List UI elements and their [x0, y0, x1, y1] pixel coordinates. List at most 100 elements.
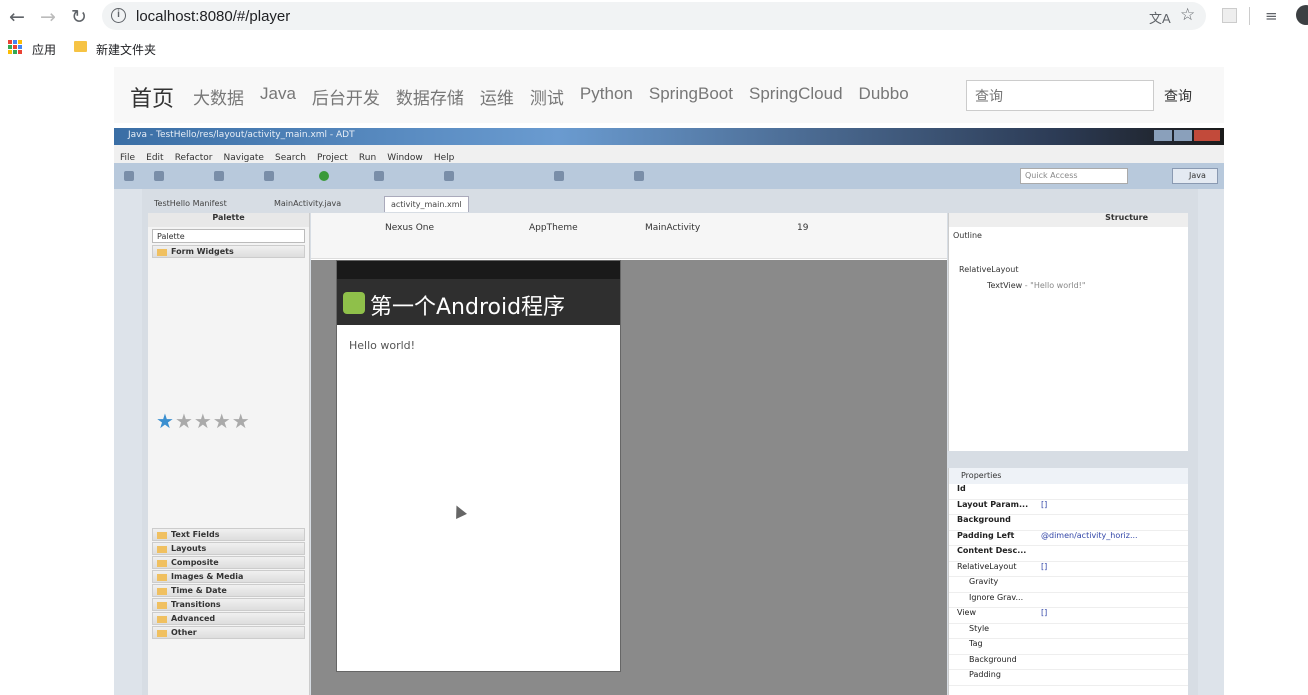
forward-icon[interactable]: →	[37, 6, 59, 28]
nav-link-java[interactable]: Java	[260, 84, 296, 109]
editor-background: 第一个Android程序 Hello world!	[311, 260, 947, 695]
nav-link-storage[interactable]: 数据存储	[396, 84, 464, 109]
nav-link-ops[interactable]: 运维	[480, 84, 514, 109]
new-icon	[124, 171, 134, 181]
address-bar[interactable]: i localhost:8080/#/player 文A ☆	[102, 2, 1206, 30]
run-icon	[319, 171, 329, 181]
outline-child-label: TextView	[987, 281, 1023, 290]
home-link[interactable]: 首页	[130, 81, 174, 113]
video-player[interactable]: Java - TestHello/res/layout/activity_mai…	[114, 128, 1224, 695]
property-key: Gravity	[969, 577, 999, 586]
property-value	[1037, 593, 1188, 608]
apps-link[interactable]: 应用	[32, 41, 56, 58]
android-status-bar	[337, 261, 620, 279]
extension-icon[interactable]	[1222, 8, 1237, 23]
nav-link-bigdata[interactable]: 大数据	[193, 84, 244, 109]
translate-icon[interactable]: 文A	[1149, 8, 1171, 27]
property-value: []	[1041, 561, 1048, 571]
property-row: RelativeLayout []	[949, 561, 1188, 577]
property-value	[1037, 639, 1188, 654]
close-icon	[1194, 130, 1220, 141]
property-key: Content Desc...	[957, 546, 1027, 555]
android-action-bar: 第一个Android程序	[337, 279, 620, 325]
property-value	[1037, 546, 1188, 561]
property-row: Layout Param... []	[949, 500, 1188, 515]
window-controls	[1154, 130, 1220, 141]
navigate-icon	[554, 171, 564, 181]
address-url[interactable]: localhost:8080/#/player	[136, 8, 290, 25]
menu-file: File	[120, 153, 136, 163]
menu-project: Project	[317, 153, 348, 163]
mouse-cursor-icon	[451, 503, 467, 519]
palette-group-text-fields: Text Fields	[152, 528, 305, 541]
nav-link-dubbo[interactable]: Dubbo	[859, 84, 909, 109]
property-key: RelativeLayout	[957, 561, 1017, 571]
property-key: Style	[969, 623, 990, 633]
property-row: Padding	[949, 670, 1188, 686]
palette-select: Palette	[152, 229, 305, 243]
palette-group-other: Other	[152, 626, 305, 639]
theme-selector: AppTheme	[529, 223, 578, 233]
property-key: Padding Left	[957, 530, 1015, 540]
property-value	[1037, 655, 1188, 670]
property-key: Background	[957, 515, 1011, 524]
tab-mainactivity: MainActivity.java	[274, 199, 342, 208]
nav-link-testing[interactable]: 测试	[530, 84, 564, 109]
property-value	[1037, 577, 1188, 592]
search-tool-icon	[444, 171, 454, 181]
device-preview: 第一个Android程序 Hello world!	[336, 260, 621, 672]
menu-edit: Edit	[146, 153, 164, 163]
search-button[interactable]: 查询	[1164, 86, 1192, 106]
property-key: Background	[969, 654, 1017, 664]
profile-avatar[interactable]	[1296, 5, 1308, 25]
back-icon[interactable]: ←	[6, 6, 28, 28]
reading-list-icon[interactable]: ≡	[1265, 7, 1278, 25]
property-row: Background	[949, 654, 1188, 670]
properties-panel: Properties Id Layout Param... [] Backgrou…	[948, 468, 1188, 695]
menu-navigate: Navigate	[223, 153, 264, 163]
nav-link-springboot[interactable]: SpringBoot	[649, 84, 733, 109]
nav-link-python[interactable]: Python	[580, 84, 633, 109]
property-key: Id	[957, 484, 966, 493]
outline-tab: Outline	[953, 231, 982, 240]
property-value: @dimen/activity_horiz...	[1041, 530, 1138, 540]
property-key: View	[957, 608, 976, 617]
menu-refactor: Refactor	[174, 153, 213, 163]
info-icon[interactable]: i	[111, 8, 126, 23]
search-input[interactable]	[966, 80, 1154, 111]
property-row: Tag	[949, 639, 1188, 655]
browser-toolbar: ← → ↻ i localhost:8080/#/player 文A ☆ ≡	[0, 0, 1308, 34]
structure-header: Structure	[949, 213, 1188, 227]
palette-group-form-widgets: Form Widgets	[152, 245, 305, 258]
property-row: View []	[949, 608, 1188, 624]
hello-world-text: Hello world!	[349, 339, 416, 352]
nav-link-springcloud[interactable]: SpringCloud	[749, 84, 843, 109]
eclipse-menubar: File Edit Refactor Navigate Search Proje…	[114, 145, 1224, 163]
bookmark-star-icon[interactable]: ☆	[1180, 5, 1195, 25]
java-perspective-button: Java	[1172, 168, 1218, 184]
property-key: Ignore Grav...	[969, 592, 1024, 602]
property-row: Content Desc...	[949, 546, 1188, 562]
palette-group-composite: Composite	[152, 556, 305, 569]
property-row: Ignore Grav...	[949, 592, 1188, 608]
apps-grid-icon[interactable]	[8, 40, 22, 54]
property-row: Background	[949, 515, 1188, 531]
menu-window: Window	[387, 153, 423, 163]
palette-header: Palette	[148, 213, 309, 227]
toolbar-divider	[1249, 7, 1250, 25]
palette-panel: Palette Palette Form Widgets ★★★★★ Text …	[148, 213, 310, 695]
android-app-icon	[343, 292, 365, 314]
eclipse-toolbar: Quick Access Java	[114, 163, 1224, 189]
property-value	[1037, 515, 1188, 530]
site-navbar: 首页 大数据 Java 后台开发 数据存储 运维 测试 Python Sprin…	[114, 67, 1224, 123]
nav-link-backend[interactable]: 后台开发	[312, 84, 380, 109]
activity-selector: MainActivity	[645, 223, 701, 233]
bookmark-folder[interactable]: 新建文件夹	[96, 41, 156, 58]
property-key: Tag	[969, 639, 983, 648]
reload-icon[interactable]: ↻	[68, 6, 90, 28]
layout-editor: Nexus One AppTheme MainActivity 19 第一个An…	[311, 213, 947, 695]
api-selector: 19	[797, 223, 809, 233]
property-value	[1037, 670, 1188, 685]
right-trim	[1198, 189, 1224, 695]
debug-icon	[264, 171, 274, 181]
